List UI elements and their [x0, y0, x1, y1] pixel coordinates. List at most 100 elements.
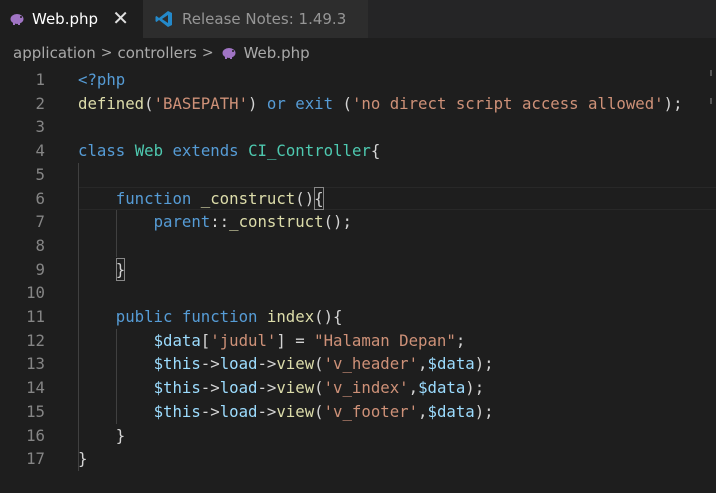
- code-content: $this->load->view('v_index',$data);: [78, 376, 485, 400]
- breadcrumb-item-application[interactable]: application: [13, 44, 96, 62]
- code-token: parent: [153, 212, 211, 232]
- line-number: 12: [26, 330, 45, 350]
- code-line[interactable]: 14 $this->load->view('v_index',$data);: [0, 376, 716, 400]
- tab-label: Web.php: [32, 10, 99, 28]
- code-token: 'v_header': [323, 354, 419, 374]
- code-token: {: [314, 186, 324, 211]
- code-token: $data: [418, 378, 466, 398]
- code-token: ;: [455, 330, 466, 350]
- code-token: 'BASEPATH': [153, 93, 249, 113]
- code-content: <?php: [78, 68, 125, 92]
- line-number: 1: [35, 70, 45, 89]
- code-token: exit: [295, 93, 334, 113]
- code-token: $data: [427, 401, 475, 421]
- code-line[interactable]: 2 defined('BASEPATH') or exit ('no direct…: [0, 92, 716, 116]
- code-token: );: [474, 354, 494, 374]
- code-token: );: [474, 401, 494, 421]
- breadcrumb-item-controllers[interactable]: controllers: [117, 44, 196, 62]
- code-token: }: [78, 449, 88, 469]
- code-line[interactable]: 13 $this->load->view('v_header',$data);: [0, 352, 716, 376]
- code-line[interactable]: 6 function _construct(){: [0, 186, 716, 211]
- code-token: ::: [210, 212, 230, 232]
- code-line[interactable]: 3: [0, 115, 716, 139]
- line-number: 8: [35, 235, 45, 255]
- code-token: {: [370, 141, 381, 161]
- line-number: 11: [26, 307, 45, 326]
- code-line[interactable]: 9 }: [0, 257, 716, 282]
- code-token: ->: [257, 401, 277, 421]
- code-token: load: [219, 354, 258, 374]
- code-line[interactable]: 17}: [0, 447, 716, 471]
- line-number: 2: [35, 93, 45, 113]
- code-token: (: [314, 378, 324, 398]
- code-line[interactable]: 12 $data['judul'] = "Halaman Depan";: [0, 329, 716, 353]
- code-line[interactable]: 7 parent::_construct();: [0, 210, 716, 234]
- line-number: 6: [35, 188, 45, 208]
- code-token: Web: [134, 141, 164, 161]
- code-token: load: [219, 378, 258, 398]
- code-token: ->: [257, 354, 277, 374]
- code-editor[interactable]: 1 <?php 2 defined('BASEPATH') or exit ('no …: [0, 68, 716, 493]
- php-elephant-icon: [10, 14, 24, 25]
- code-token: <?php: [78, 70, 126, 89]
- code-token: (: [144, 93, 154, 113]
- code-token: defined: [78, 93, 145, 113]
- code-line[interactable]: 16 }: [0, 424, 716, 448]
- tab-web-php[interactable]: Web.php ✕: [0, 0, 143, 38]
- line-number: 5: [35, 164, 45, 184]
- code-token: );: [663, 93, 683, 113]
- code-line[interactable]: 11 public function index(){: [0, 305, 716, 329]
- line-number: 3: [35, 117, 45, 137]
- code-token: CI_Controller: [248, 141, 371, 161]
- code-token: ->: [200, 378, 220, 398]
- code-content: class Web extends CI_Controller{: [78, 139, 380, 163]
- code-content: defined('BASEPATH') or exit ('no direct …: [78, 92, 683, 116]
- breadcrumb-file[interactable]: Web.php: [244, 44, 310, 62]
- code-line[interactable]: 15 $this->load->view('v_footer',$data);: [0, 400, 716, 424]
- code-content: public function index(){: [78, 305, 343, 329]
- code-token: (: [314, 401, 324, 421]
- code-token: $data: [153, 330, 201, 350]
- code-token: class: [78, 141, 126, 161]
- code-token: ();: [323, 212, 352, 232]
- code-line[interactable]: 8: [0, 234, 716, 258]
- code-content: }: [78, 424, 125, 448]
- code-token: $this: [153, 401, 201, 421]
- code-token: view: [276, 354, 315, 374]
- code-token: );: [465, 378, 485, 398]
- line-number: 16: [26, 425, 45, 445]
- php-elephant-icon: [222, 48, 236, 59]
- code-token: _construct: [229, 212, 324, 232]
- code-token: ->: [200, 354, 220, 374]
- code-token: "Halaman Depan": [314, 330, 456, 350]
- line-number: 7: [35, 212, 45, 232]
- code-token: ,: [418, 401, 428, 421]
- tab-release-notes[interactable]: Release Notes: 1.49.3: [143, 0, 368, 38]
- code-token: 'no direct script access allowed': [351, 93, 664, 113]
- close-icon[interactable]: ✕: [112, 8, 129, 28]
- code-content: }: [78, 257, 126, 282]
- code-token: ->: [257, 378, 277, 398]
- code-token: ,: [418, 354, 428, 374]
- code-token: ] =: [276, 330, 315, 350]
- code-token: _construct: [200, 188, 296, 208]
- code-token: (): [295, 188, 315, 208]
- code-line[interactable]: 4 class Web extends CI_Controller{: [0, 139, 716, 163]
- tab-label: Release Notes: 1.49.3: [182, 10, 347, 28]
- code-line[interactable]: 10: [0, 281, 716, 305]
- code-token: ->: [200, 401, 220, 421]
- code-token: or: [266, 93, 286, 113]
- code-token: ): [248, 93, 267, 113]
- code-token: $this: [153, 354, 201, 374]
- code-line[interactable]: 1 <?php: [0, 68, 716, 92]
- code-line[interactable]: 5: [0, 163, 716, 187]
- code-token: (: [333, 93, 352, 113]
- code-token: $data: [427, 354, 475, 374]
- vscode-icon: [155, 11, 172, 27]
